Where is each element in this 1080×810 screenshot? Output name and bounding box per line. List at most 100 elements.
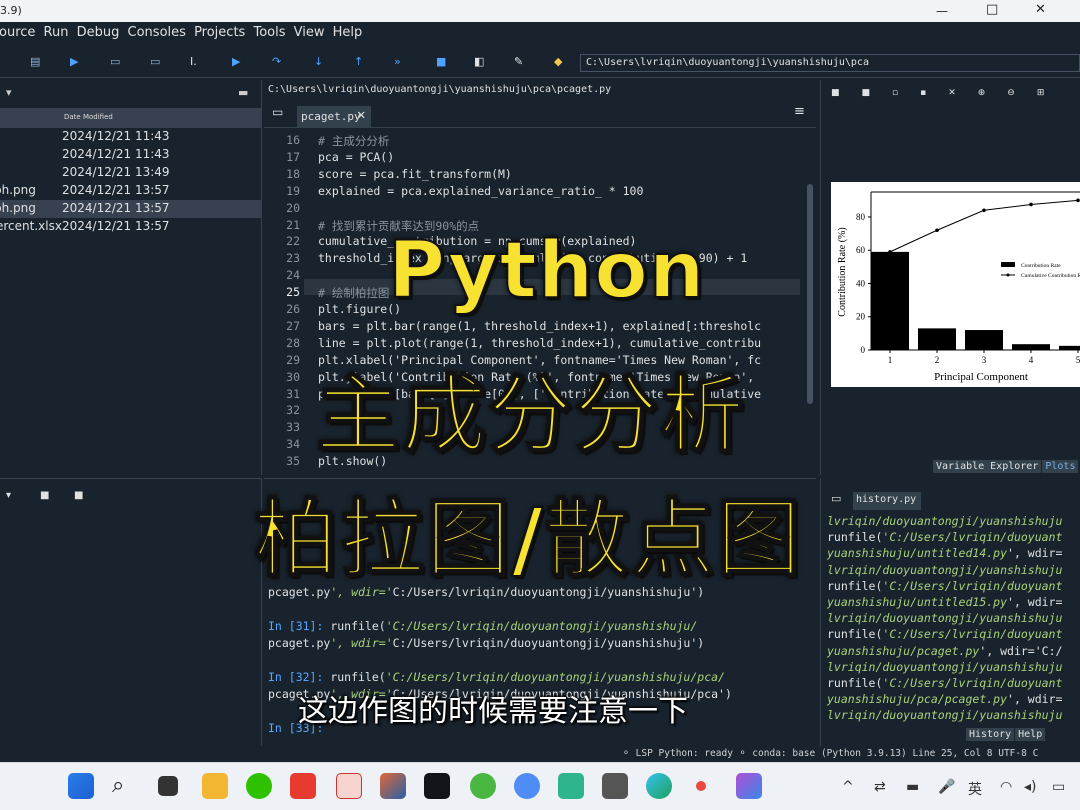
editor-tab-bar: ▭ pcaget.py ✕ ≡ [264,100,816,128]
history-line[interactable]: yuanshishuju/untitled14.py', wdir= [827,546,1062,560]
files-column-header[interactable]: Date Modified [0,108,261,128]
menu-help[interactable]: Help [333,25,363,40]
pane-menu-icon[interactable]: ■ [74,490,83,501]
history-text: yuanshishuju/pcaget.py [827,643,980,658]
input-language[interactable]: 英 [968,779,982,799]
stop-icon[interactable]: ■ [436,55,446,68]
maximize-pane-icon[interactable]: ◧ [474,55,484,68]
file-row[interactable]: ph.png 2024/12/21 13:57 [0,182,261,200]
chevron-up-icon[interactable]: ^ [842,779,854,795]
file-row[interactable]: 2024/12/21 11:43 [0,146,261,164]
browse-tabs-icon[interactable]: ▭ [272,105,283,119]
history-line[interactable]: lvriqin/duoyuantongji/yuanshishuju [827,708,1062,722]
run-icon[interactable]: ▶ [70,55,78,68]
pane-arrow-icon[interactable]: ▾ [6,490,11,501]
history-line[interactable]: yuanshishuju/pca/pcaget.py', wdir= [827,692,1062,706]
preferences-icon[interactable]: ✎ [514,55,523,68]
run-cell-advance-icon[interactable]: ▭ [150,55,160,68]
menu-tools[interactable]: Tools [253,25,285,40]
remote-app-icon[interactable] [558,773,584,799]
tab-variable-explorer[interactable]: Variable Explorer [933,460,1042,473]
close-button[interactable]: ✕ [1035,2,1046,17]
x-tick-label: 3 [982,355,987,365]
microphone-icon[interactable]: 🎤 [938,779,955,795]
plots-pane: ■■▫▪✕⊕⊖⊞ 0 20 40 60 80 1 2 3 4 5 Principal Compone… [820,80,1080,475]
file-date: 2024/12/21 13:57 [62,201,170,215]
history-line[interactable]: lvriqin/duoyuantongji/yuanshishuju [827,514,1062,528]
terminal-icon[interactable] [424,773,450,799]
menu-view[interactable]: View [294,25,325,40]
menu-projects[interactable]: Projects [194,25,245,40]
run-cell-icon[interactable]: ▭ [110,55,120,68]
battery-icon[interactable]: ▭ [1052,779,1065,795]
continue-icon[interactable]: » [394,55,401,68]
recorder-icon[interactable] [696,781,706,791]
file-row[interactable]: 2024/12/21 13:49 [0,164,261,182]
chevron-down-icon[interactable]: ▾ [6,86,12,99]
history-line[interactable]: lvriqin/duoyuantongji/yuanshishuju [827,563,1062,577]
volume-icon[interactable]: ◂) [1024,779,1037,795]
save-icon[interactable]: ▤ [30,55,40,68]
qq-app-icon[interactable] [470,773,496,799]
file-row[interactable]: ercent.xlsx 2024/12/21 13:57 [0,218,261,236]
history-line[interactable]: runfile('C:/Users/lvriqin/duoyuant [827,676,1062,690]
browse-tabs-icon[interactable]: ▭ [831,492,841,505]
tab-pcaget[interactable]: pcaget.py ✕ [297,106,371,128]
minimize-button[interactable]: — [936,4,948,18]
file-explorer-icon[interactable] [202,773,228,799]
history-line[interactable]: runfile('C:/Users/lvriqin/duoyuant [827,579,1062,593]
step-return-icon[interactable]: ↑ [354,55,363,68]
display-icon[interactable]: ▬ [906,779,919,795]
run-selection-icon[interactable]: I. [190,55,197,68]
history-line[interactable]: runfile('C:/Users/lvriqin/duoyuant [827,530,1062,544]
python-path-icon[interactable]: ◆ [554,55,562,68]
history-line[interactable]: runfile('C:/Users/lvriqin/duoyuant [827,627,1062,641]
step-into-icon[interactable]: ↓ [314,55,323,68]
file-row[interactable]: 2024/12/21 11:43 [0,128,261,146]
windows-start-icon[interactable] [68,773,94,799]
edge-icon[interactable] [646,773,672,799]
history-line[interactable]: lvriqin/duoyuantongji/yuanshishuju [827,611,1062,625]
debug-icon[interactable]: ▶ [232,55,240,68]
task-view-icon[interactable] [158,776,178,796]
options-menu-icon[interactable]: ≡ [794,104,805,119]
cumulative-point [935,228,939,233]
console-call: runfile( [330,670,386,684]
tab-plots[interactable]: Plots [1042,460,1079,473]
wechat-icon[interactable] [246,773,272,799]
maximize-button[interactable]: □ [986,2,998,17]
pane-menu-icon[interactable]: ▬ [238,86,248,99]
history-line[interactable]: yuanshishuju/untitled15.py', wdir= [827,595,1062,609]
plot-figure[interactable]: 0 20 40 60 80 1 2 3 4 5 Principal Component Contrib… [831,182,1080,387]
baidu-netdisk-icon[interactable] [514,773,540,799]
tab-history[interactable]: History [966,728,1015,741]
history-text: runfile( [827,530,883,545]
menu-run[interactable]: Run [44,25,69,40]
history-text: runfile( [827,676,883,690]
menu-source[interactable]: ource [0,25,35,40]
menu-debug[interactable]: Debug [77,25,120,40]
network-share-icon[interactable]: ⇄ [874,779,886,795]
history-text: yuanshishuju/pca/pcaget.py [827,692,1008,707]
working-directory-field[interactable]: C:\Users\lvriqin\duoyuantongji\yuanshish… [580,54,1080,72]
stop-kernel-icon[interactable]: ■ [40,490,49,501]
editor-scrollbar[interactable] [807,184,813,404]
menu-consoles[interactable]: Consoles [128,25,186,40]
spyder-icon[interactable] [736,773,762,799]
file-row[interactable]: ph.png 2024/12/21 13:57 [0,200,261,218]
wifi-icon[interactable]: ◠ [1000,779,1012,795]
history-line[interactable]: lvriqin/duoyuantongji/yuanshishuju [827,660,1062,674]
close-icon[interactable]: ✕ [357,107,365,123]
history-line[interactable]: yuanshishuju/pcaget.py', wdir='C:/ [827,644,1062,658]
search-icon[interactable]: ⌕ [112,773,136,799]
history-text: yuanshishuju/untitled15.py [827,595,1008,609]
tab-history-file[interactable]: history.py [853,492,921,510]
step-icon[interactable]: ↷ [272,55,281,68]
tab-help[interactable]: Help [1015,728,1046,741]
matlab-icon[interactable] [380,773,406,799]
tab-label: pcaget.py [301,110,361,123]
document-app-icon[interactable] [602,773,628,799]
kingsoft-app-icon[interactable] [336,773,362,799]
code-line: # 主成分分析 [318,134,390,148]
wps-icon[interactable] [290,773,316,799]
